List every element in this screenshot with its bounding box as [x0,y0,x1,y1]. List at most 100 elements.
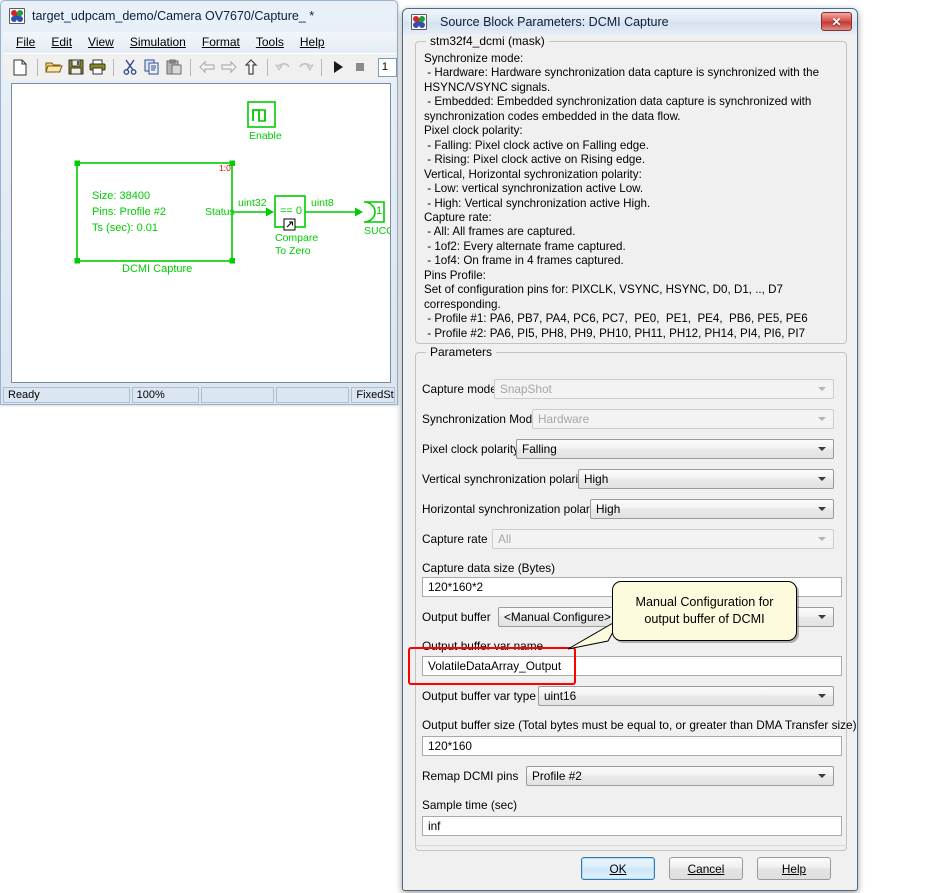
dialog-button-separator [415,845,847,846]
cancel-button-label: Cancel [687,861,725,876]
simulink-titlebar: target_udpcam_demo/Camera OV7670/Capture… [1,1,397,31]
copy-icon[interactable] [142,56,162,79]
start-simulation-icon[interactable] [328,56,348,79]
menu-simulation-label: Simulation [129,35,186,49]
chevron-down-icon [818,447,826,451]
open-model-icon[interactable] [44,56,64,79]
statusbar-cell-3 [200,387,275,403]
source-block-parameters-dialog: Source Block Parameters: DCMI Capture ✕ … [402,8,858,891]
cancel-button[interactable]: Cancel [669,857,743,880]
chevron-down-icon [818,537,826,541]
output-buffer-size-label: Output buffer size (Total bytes must be … [422,718,857,732]
ok-button[interactable]: OK [581,857,655,880]
dcmi-block-line3: Ts (sec): 0.01 [92,222,159,234]
simulation-time-input[interactable]: 1 [377,57,397,77]
remap-dcmi-pins-select[interactable]: Profile #2 [526,766,834,786]
dialog-title: Source Block Parameters: DCMI Capture [440,15,669,29]
back-arrow-icon [197,56,217,79]
cut-icon[interactable] [120,56,140,79]
print-icon[interactable] [88,56,108,79]
chevron-down-icon [818,615,826,619]
paste-icon[interactable] [164,56,184,79]
menu-help-label: Help [299,35,325,49]
chevron-down-icon [818,477,826,481]
signal-label-uint32: uint32 [238,197,267,209]
save-icon[interactable] [66,56,86,79]
output-buffer-var-name-label: Output buffer var name [422,639,544,653]
capture-mode-select[interactable]: SnapShot [494,379,834,399]
field-vertical-sync-polarity: Vertical synchronization polarity High [422,469,842,489]
simulink-window-title: target_udpcam_demo/Camera OV7670/Capture… [32,9,315,23]
vertical-sync-polarity-select[interactable]: High [578,469,834,489]
menu-file[interactable]: File [9,33,42,51]
zoom-level: 100% [131,387,199,403]
simulink-diagram-svg [74,101,385,264]
simulink-menubar: File Edit View Simulation Format Tools H… [3,32,397,52]
help-button[interactable]: Help [757,857,831,880]
menu-help[interactable]: Help [293,33,332,51]
dcmi-block-line2: Pins: Profile #2 [92,206,166,218]
redo-icon [295,56,315,79]
pixel-clock-polarity-label: Pixel clock polarity [422,442,520,456]
outport-number: 1 [376,205,383,217]
compare-block-caption-line2: To Zero [275,245,311,257]
field-capture-mode: Capture mode SnapShot [422,379,842,399]
dialog-button-row: OK Cancel Help [403,857,857,880]
output-buffer-var-name-input[interactable]: VolatileDataArray_Output [422,656,842,676]
menu-file-label: File [16,35,36,49]
matlab-simulink-icon [411,14,427,30]
capture-rate-select[interactable]: All [492,529,834,549]
synchronization-mode-select[interactable]: Hardware [532,409,834,429]
menu-view[interactable]: View [81,33,121,51]
pixel-clock-polarity-value: Falling [522,442,557,456]
forward-arrow-icon [219,56,239,79]
menu-edit-label: Edit [51,35,73,49]
toolbar-separator [36,58,38,76]
horizontal-sync-polarity-select[interactable]: High [590,499,834,519]
field-remap-dcmi-pins: Remap DCMI pins Profile #2 [422,766,842,786]
output-buffer-label: Output buffer [422,610,491,624]
toolbar-separator [190,58,191,76]
field-horizontal-sync-polarity: Horizontal synchronization polarity High [422,499,842,519]
synchronization-mode-value: Hardware [538,412,590,426]
up-level-icon[interactable] [241,56,261,79]
tooltip-callout: Manual Configuration for output buffer o… [567,581,797,650]
simulink-diagram-canvas[interactable]: Enable Size: 38400 Pins: Profile #2 Ts (… [11,83,391,383]
signal-label-uint8: uint8 [311,197,334,209]
tooltip-line-1: Manual Configuration for [635,595,774,609]
menu-edit[interactable]: Edit [44,33,79,51]
capture-rate-value: All [498,532,512,546]
menu-format[interactable]: Format [195,33,247,51]
remap-dcmi-pins-value: Profile #2 [532,769,582,783]
dialog-titlebar[interactable]: Source Block Parameters: DCMI Capture ✕ [403,9,857,35]
chevron-down-icon [818,417,826,421]
menu-view-label: View [88,35,114,49]
chevron-down-icon [818,694,826,698]
close-icon[interactable]: ✕ [821,12,852,31]
vertical-sync-polarity-label: Vertical synchronization polarity [422,472,588,486]
output-buffer-size-input[interactable]: 120*160 [422,736,842,756]
tooltip-line-2: output buffer of DCMI [644,612,765,626]
capture-mode-label: Capture mode [422,382,497,396]
field-output-buffer-var-type: Output buffer var type uint16 [422,686,842,706]
simulink-model-window: target_udpcam_demo/Camera OV7670/Capture… [0,0,398,405]
undo-icon [273,56,293,79]
toolbar-separator [113,58,115,76]
pixel-clock-polarity-select[interactable]: Falling [516,439,834,459]
field-pixel-clock-polarity: Pixel clock polarity Falling [422,439,842,459]
chevron-down-icon [818,774,826,778]
mask-description-group: stm32f4_dcmi (mask) Synchronize mode: - … [415,34,847,344]
remap-dcmi-pins-label: Remap DCMI pins [422,769,519,783]
menu-format-label: Format [201,35,240,49]
new-model-icon[interactable] [11,56,31,79]
field-capture-rate: Capture rate All [422,529,842,549]
simulink-toolbar: 1 [3,53,397,80]
enable-block[interactable] [247,101,276,128]
stop-simulation-icon [350,56,370,79]
dcmi-block-line1: Size: 38400 [92,190,151,202]
sample-time-label: Sample time (sec) [422,798,518,812]
menu-simulation[interactable]: Simulation [123,33,193,51]
sample-time-input[interactable]: inf [422,816,842,836]
output-buffer-var-type-select[interactable]: uint16 [538,686,834,706]
menu-tools[interactable]: Tools [249,33,291,51]
